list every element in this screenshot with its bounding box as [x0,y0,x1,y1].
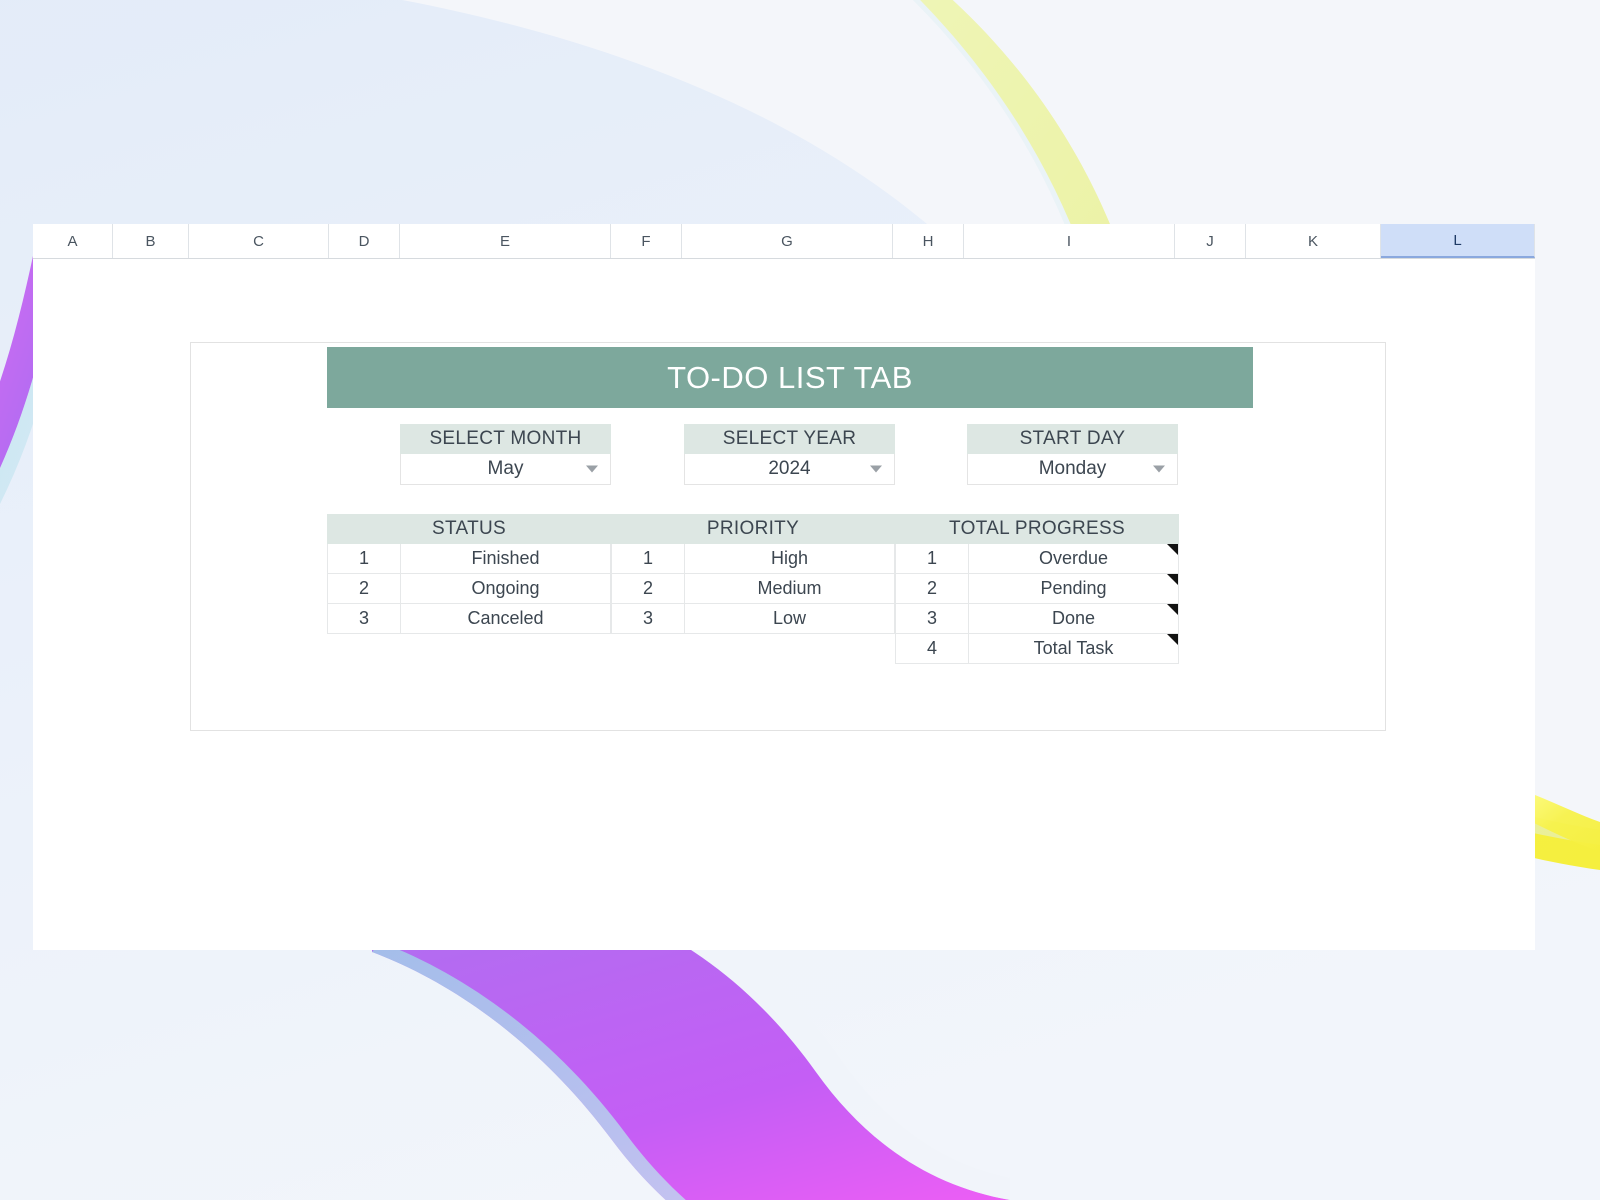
total-progress-row-index[interactable]: 3 [895,604,969,634]
column-header-c[interactable]: C [189,224,329,258]
table-row: 3 Done [895,604,1179,634]
status-row-value[interactable]: Canceled [401,604,611,634]
total-progress-row-value[interactable]: Pending [969,574,1179,604]
total-progress-row-value[interactable]: Total Task [969,634,1179,664]
total-progress-lookup-table: TOTAL PROGRESS 1 Overdue 2 Pending 3 Done 4 Tota… [895,514,1179,664]
column-header-e[interactable]: E [400,224,611,258]
priority-row-value[interactable]: Low [685,604,895,634]
priority-row-index[interactable]: 1 [611,544,685,574]
status-row-value[interactable]: Finished [401,544,611,574]
priority-row-value[interactable]: High [685,544,895,574]
total-progress-row-index[interactable]: 2 [895,574,969,604]
spreadsheet-grid: TO-DO LIST TAB STATUS 1 Finished 2 Ongoing 3 C… [33,259,1535,950]
select-year-selector: SELECT YEAR 2024 [684,424,895,485]
column-header-d[interactable]: D [329,224,400,258]
total-progress-row-index[interactable]: 1 [895,544,969,574]
column-header-a[interactable]: A [33,224,113,258]
comment-marker-icon[interactable] [1167,604,1178,615]
comment-marker-icon[interactable] [1167,544,1178,555]
chevron-down-icon[interactable] [870,465,882,473]
select-month-label: SELECT MONTH [400,424,611,454]
todo-settings-card: TO-DO LIST TAB STATUS 1 Finished 2 Ongoing 3 C… [190,342,1386,731]
status-row-value[interactable]: Ongoing [401,574,611,604]
select-year-value: 2024 [768,458,811,479]
column-header-b[interactable]: B [113,224,189,258]
table-row: 1 Overdue [895,544,1179,574]
priority-row-index[interactable]: 3 [611,604,685,634]
status-lookup-table: STATUS 1 Finished 2 Ongoing 3 Canceled [327,514,611,664]
total-progress-row-value[interactable]: Overdue [969,544,1179,574]
start-day-selector: START DAY Monday [967,424,1178,485]
column-header-h[interactable]: H [893,224,964,258]
table-row: 4 Total Task [895,634,1179,664]
total-progress-table-header: TOTAL PROGRESS [895,514,1179,544]
card-title-banner: TO-DO LIST TAB [327,347,1253,408]
column-header-f[interactable]: F [611,224,682,258]
chevron-down-icon[interactable] [586,465,598,473]
table-row: 1 Finished [327,544,611,574]
start-day-value: Monday [1038,458,1107,479]
lookup-tables-group: STATUS 1 Finished 2 Ongoing 3 Canceled PRIORITY… [327,514,1179,664]
total-progress-row-index[interactable]: 4 [895,634,969,664]
column-header-j[interactable]: J [1175,224,1246,258]
table-row [327,634,611,664]
table-row: 2 Pending [895,574,1179,604]
status-row-index[interactable] [327,634,401,664]
total-progress-row-value[interactable]: Done [969,604,1179,634]
priority-lookup-table: PRIORITY 1 High 2 Medium 3 Low [611,514,895,664]
start-day-label: START DAY [967,424,1178,454]
page-title: TO-DO LIST TAB [667,359,913,395]
column-header-k[interactable]: K [1246,224,1381,258]
select-month-dropdown[interactable]: May [400,454,611,485]
priority-row-index[interactable] [611,634,685,664]
table-row: 2 Medium [611,574,895,604]
column-header-row: ABCDEFGHIJKL [33,224,1535,259]
status-row-index[interactable]: 1 [327,544,401,574]
select-month-value: May [487,458,524,479]
table-row: 3 Low [611,604,895,634]
table-row: 2 Ongoing [327,574,611,604]
select-month-selector: SELECT MONTH May [400,424,611,485]
priority-table-header: PRIORITY [611,514,895,544]
comment-marker-icon[interactable] [1167,574,1178,585]
priority-row-index[interactable]: 2 [611,574,685,604]
screen: ABCDEFGHIJKL TO-DO LIST TAB STATUS 1 Finis… [0,0,1600,1200]
spreadsheet-window: ABCDEFGHIJKL TO-DO LIST TAB STATUS 1 Finis… [33,224,1535,950]
column-header-i[interactable]: I [964,224,1175,258]
table-row: 3 Canceled [327,604,611,634]
table-row: 1 High [611,544,895,574]
priority-row-value[interactable]: Medium [685,574,895,604]
priority-row-value[interactable] [685,634,895,664]
status-row-index[interactable]: 3 [327,604,401,634]
select-year-dropdown[interactable]: 2024 [684,454,895,485]
column-header-g[interactable]: G [682,224,893,258]
chevron-down-icon[interactable] [1153,465,1165,473]
status-table-header: STATUS [327,514,611,544]
column-header-l[interactable]: L [1381,224,1535,258]
comment-marker-icon[interactable] [1167,634,1178,645]
table-row [611,634,895,664]
start-day-dropdown[interactable]: Monday [967,454,1178,485]
select-year-label: SELECT YEAR [684,424,895,454]
status-row-value[interactable] [401,634,611,664]
status-row-index[interactable]: 2 [327,574,401,604]
